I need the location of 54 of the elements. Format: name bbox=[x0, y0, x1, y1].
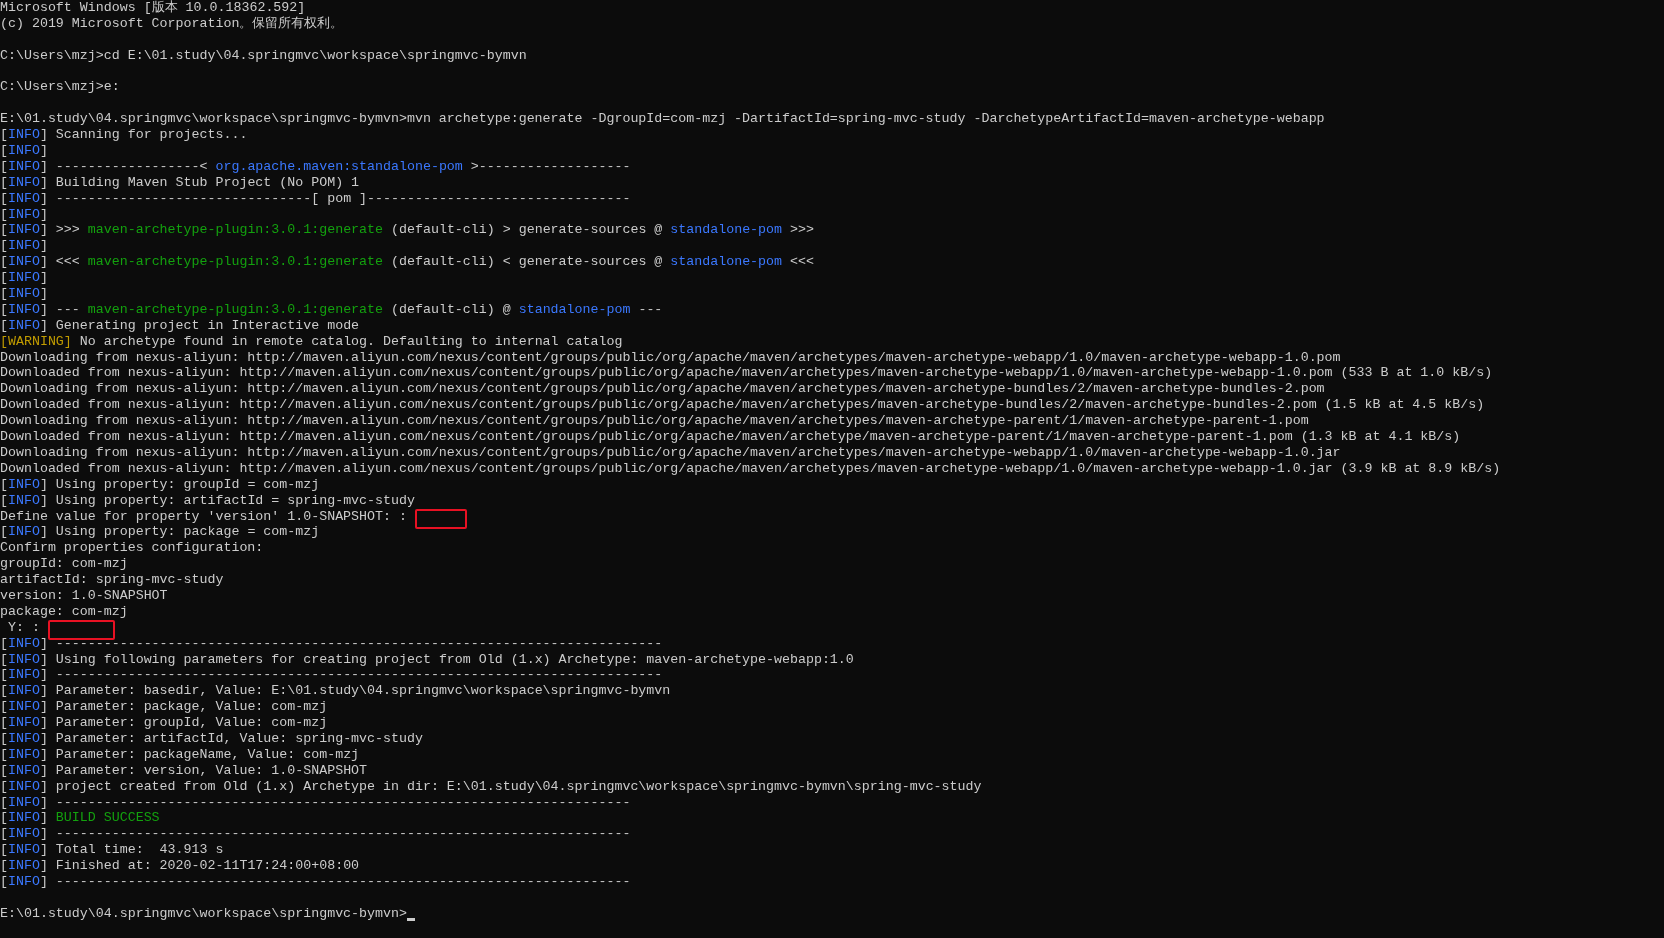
console-line: [INFO] Using property: artifactId = spring-mvc-study bbox=[0, 492, 415, 509]
console-line: [INFO] Parameter: basedir, Value: E:\01.study\04.springmvc\workspace\springmvc-bymvn bbox=[0, 683, 671, 700]
console-line: (c) 2019 Microsoft Corporation。保留所有权利。 bbox=[0, 15, 344, 32]
console-line: Microsoft Windows [版本 10.0.18362.592] bbox=[0, 0, 306, 16]
console-line: Y: : bbox=[6, 619, 40, 636]
console-line: Downloaded from nexus-aliyun: http://maven.aliyun.com/nexus/content/groups/public/org/apache/maven/archetypes/maven-archetype-webapp/1.0/maven-archetype-webapp-1.0.pom (533 B at 1.0 kB/s) bbox=[0, 365, 1493, 382]
console-line: package: com-mzj bbox=[0, 603, 128, 620]
console-line: E:\01.study\04.springmvc\workspace\springmvc-bymvn>mvn archetype:generate -DgroupId=com-mzj -DartifactId=spring-mvc-study -DarchetypeArtifactId=maven-archetype-webapp bbox=[0, 111, 1325, 128]
console-line: C:\Users\mzj>e: bbox=[0, 79, 120, 96]
console-line: [INFO] Using following parameters for creating project from Old (1.x) Archetype: maven-archetype-webapp:1.0 bbox=[0, 651, 854, 668]
console-line: [INFO] bbox=[0, 238, 48, 255]
console-line: [INFO] Parameter: artifactId, Value: spring-mvc-study bbox=[0, 730, 423, 747]
console-line: Downloaded from nexus-aliyun: http://maven.aliyun.com/nexus/content/groups/public/org/apache/maven/archetype/maven-archetype-parent/1/maven-archetype-parent-1.pom (1.3 kB at 4.1 kB/s) bbox=[0, 429, 1461, 445]
console-line: [INFO] <<< maven-archetype-plugin:3.0.1:generate (default-cli) < generate-sources @ standalone-pom <<< bbox=[0, 254, 814, 271]
console-line: E:\01.study\04.springmvc\workspace\springmvc-bymvn> bbox=[0, 905, 407, 922]
console-line: Downloading from nexus-aliyun: http://maven.aliyun.com/nexus/content/groups/public/org/apache/maven/archetypes/maven-archetype-bundles/2/maven-archetype-bundles-2.pom bbox=[0, 381, 1325, 398]
console-line: [WARNING] No archetype found in remote catalog. Defaulting to internal catalog bbox=[0, 333, 623, 350]
console-line: artifactId: spring-mvc-study bbox=[0, 572, 224, 588]
console-line: [INFO] ------------------------------------------------------------------------ bbox=[0, 874, 631, 890]
console-line: [INFO] ------------------------------------------------------------------------ bbox=[0, 794, 631, 811]
console-line: Downloading from nexus-aliyun: http://maven.aliyun.com/nexus/content/groups/public/org/apache/maven/archetypes/maven-archetype-webapp/1.0/maven-archetype-webapp-1.0.pom bbox=[0, 349, 1341, 366]
console-line: [INFO] Total time: 43.913 s bbox=[0, 842, 224, 859]
console-line: groupId: com-mzj bbox=[0, 556, 128, 573]
console-line: [INFO] bbox=[0, 286, 48, 302]
console-line: [INFO] Parameter: version, Value: 1.0-SNAPSHOT bbox=[0, 762, 368, 779]
console-line: C:\Users\mzj>cd E:\01.study\04.springmvc\workspace\springmvc-bymvn bbox=[0, 47, 527, 64]
console-line: [INFO] Parameter: package, Value: com-mzj bbox=[0, 699, 328, 716]
console-line: [INFO] Using property: groupId = com-mzj bbox=[0, 476, 320, 493]
console-line: Downloaded from nexus-aliyun: http://maven.aliyun.com/nexus/content/groups/public/org/apache/maven/archetypes/maven-archetype-bundles/2/maven-archetype-bundles-2.pom (1.5 kB at 4.5 kB/s) bbox=[0, 397, 1485, 414]
console-line: Downloading from nexus-aliyun: http://maven.aliyun.com/nexus/content/groups/public/org/apache/maven/archetypes/maven-archetype-parent/1/maven-archetype-parent-1.pom bbox=[0, 413, 1309, 430]
console-line: [INFO] Using property: package = com-mzj bbox=[0, 524, 320, 541]
console-line: [INFO] Finished at: 2020-02-11T17:24:00+08:00 bbox=[0, 858, 360, 874]
console-line: [INFO] Parameter: packageName, Value: com-mzj bbox=[0, 746, 360, 763]
console-line: Downloaded from nexus-aliyun: http://maven.aliyun.com/nexus/content/groups/public/org/apache/maven/archetypes/maven-archetype-webapp/1.0/maven-archetype-webapp-1.0.jar (3.9 kB at 8.9 kB/s) bbox=[0, 460, 1501, 477]
console-line: [INFO] Parameter: groupId, Value: com-mzj bbox=[0, 715, 328, 731]
console-line: [INFO] ------------------< org.apache.maven:standalone-pom >------------------- bbox=[0, 158, 631, 175]
console-line: Downloading from nexus-aliyun: http://maven.aliyun.com/nexus/content/groups/public/org/apache/maven/archetypes/maven-archetype-webapp/1.0/maven-archetype-webapp-1.0.jar bbox=[0, 444, 1341, 461]
console-line: [INFO] ---------------------------------------------------------------------------- bbox=[0, 635, 663, 652]
console-line: [INFO] --------------------------------[ pom ]--------------------------------- bbox=[0, 190, 631, 207]
console-line: [INFO] Building Maven Stub Project (No POM) 1 bbox=[0, 174, 360, 191]
console-line: [INFO] Generating project in Interactive mode bbox=[0, 317, 360, 334]
console-line: [INFO] bbox=[0, 206, 48, 223]
console-line: [INFO] ---------------------------------------------------------------------------- bbox=[0, 667, 663, 684]
console-line: [INFO] bbox=[0, 270, 48, 287]
console-line: Confirm properties configuration: bbox=[0, 540, 264, 557]
console-line: Define value for property 'version' 1.0-SNAPSHOT: : bbox=[0, 508, 407, 525]
console-line: [INFO] bbox=[0, 143, 48, 159]
console-line: [INFO] Scanning for projects... bbox=[0, 127, 248, 144]
console-line: version: 1.0-SNAPSHOT bbox=[0, 587, 168, 604]
console-line: [INFO] BUILD SUCCESS bbox=[0, 810, 160, 827]
console-line: [INFO] project created from Old (1.x) Archetype in dir: E:\01.study\04.springmvc\workspace\springmvc-bymvn\spring-mvc-study bbox=[0, 778, 982, 795]
console-line: [INFO] --- maven-archetype-plugin:3.0.1:generate (default-cli) @ standalone-pom --- bbox=[0, 301, 663, 318]
console-line: [INFO] >>> maven-archetype-plugin:3.0.1:generate (default-cli) > generate-sources @ standalone-pom >>> bbox=[0, 222, 814, 239]
console-line: [INFO] ------------------------------------------------------------------------ bbox=[0, 826, 631, 843]
